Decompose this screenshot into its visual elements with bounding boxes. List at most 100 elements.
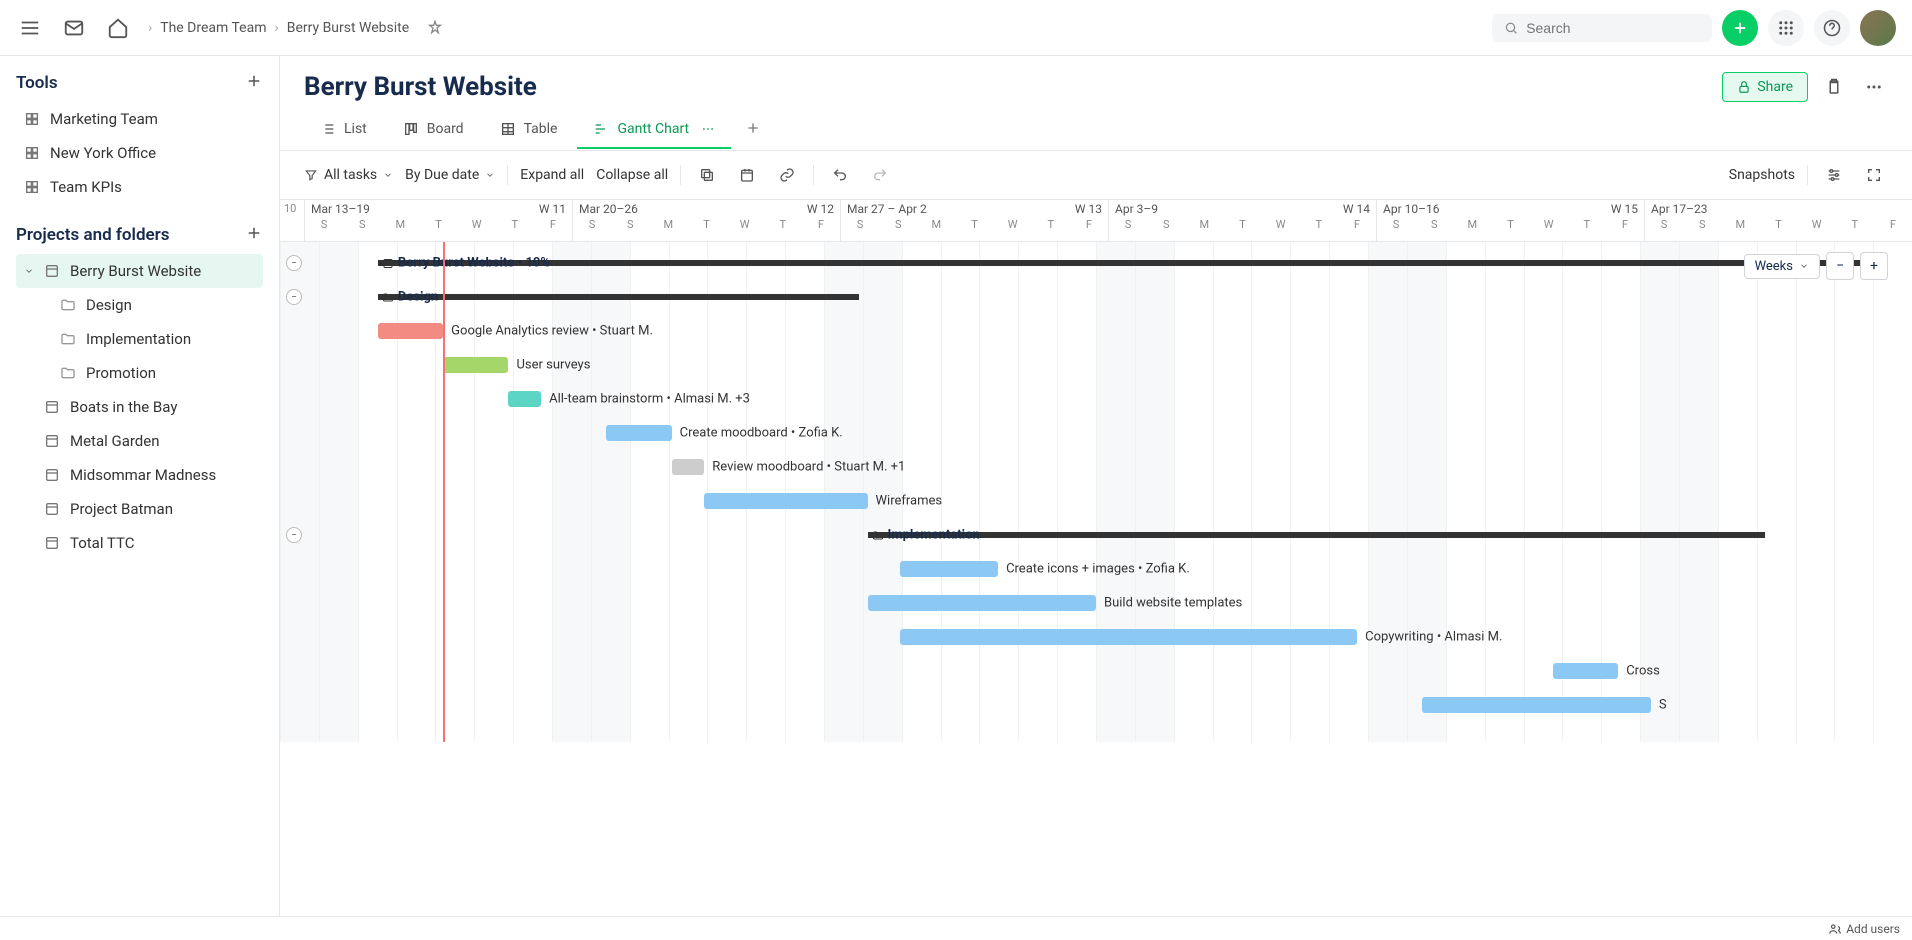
- fullscreen-icon[interactable]: [1860, 161, 1888, 189]
- tab-list[interactable]: List: [304, 111, 383, 149]
- calendar-icon[interactable]: [733, 161, 761, 189]
- sidebar-project-subitem[interactable]: Promotion: [16, 356, 263, 390]
- hamburger-icon[interactable]: [16, 14, 44, 42]
- more-icon[interactable]: [1860, 73, 1888, 101]
- help-icon[interactable]: [1814, 10, 1850, 46]
- gantt-task-bar[interactable]: Wireframes: [704, 493, 867, 509]
- collapse-toggle[interactable]: −: [286, 527, 302, 543]
- zoom-level-dropdown[interactable]: Weeks: [1744, 254, 1820, 279]
- settings-icon[interactable]: [1820, 161, 1848, 189]
- sidebar-tool-item[interactable]: Team KPIs: [16, 170, 263, 204]
- snapshots-button[interactable]: Snapshots: [1729, 167, 1795, 183]
- project-icon: [44, 467, 60, 483]
- sidebar-project-subitem[interactable]: Design: [16, 288, 263, 322]
- timeline-week: Apr 3–9W 14SSMTWTF: [1108, 200, 1376, 241]
- clipboard-icon[interactable]: [1820, 73, 1848, 101]
- undo-icon[interactable]: [826, 161, 854, 189]
- sidebar-item-label: Project Batman: [70, 500, 173, 518]
- sidebar-tool-item[interactable]: New York Office: [16, 136, 263, 170]
- add-users-button[interactable]: Add users: [1828, 922, 1900, 936]
- search-input[interactable]: [1526, 20, 1700, 36]
- sidebar-project-item[interactable]: Berry Burst Website: [16, 254, 263, 288]
- gantt-task-bar[interactable]: Google Analytics review • Stuart M.: [378, 323, 443, 339]
- gantt-task-bar[interactable]: Cross: [1553, 663, 1618, 679]
- gantt-summary-bar[interactable]: Berry Burst Website • 10%: [378, 260, 1879, 266]
- link-icon[interactable]: [773, 161, 801, 189]
- topbar: › The Dream Team › Berry Burst Website: [0, 0, 1912, 56]
- tab-icon: [500, 121, 516, 137]
- gantt-task-bar[interactable]: All-team brainstorm • Almasi M. +3: [508, 391, 541, 407]
- more-icon[interactable]: [701, 122, 715, 136]
- timeline-week: Mar 13–19W 11SSMTWTF: [304, 200, 572, 241]
- sidebar-item-label: Midsommar Madness: [70, 466, 216, 484]
- search-box[interactable]: [1492, 14, 1712, 42]
- sidebar-project-item[interactable]: Total TTC: [16, 526, 263, 560]
- create-button[interactable]: [1722, 10, 1758, 46]
- footer: Add users: [0, 916, 1912, 940]
- gantt-task-bar[interactable]: S: [1422, 697, 1650, 713]
- add-tool-icon[interactable]: [245, 72, 263, 94]
- gantt-task-bar[interactable]: Copywriting • Almasi M.: [900, 629, 1357, 645]
- sidebar-project-item[interactable]: Midsommar Madness: [16, 458, 263, 492]
- collapse-all-button[interactable]: Collapse all: [596, 167, 668, 183]
- tab-label: Gantt Chart: [617, 121, 689, 137]
- gantt-summary-bar[interactable]: Implementation: [868, 532, 1766, 538]
- copy-icon[interactable]: [693, 161, 721, 189]
- grid-icon: [24, 145, 40, 161]
- timeline-week: Apr 10–16W 15SSMTWTF: [1376, 200, 1644, 241]
- tab-gantt-chart[interactable]: Gantt Chart: [577, 111, 731, 149]
- filter-dropdown[interactable]: All tasks: [304, 167, 393, 183]
- sidebar-project-item[interactable]: Project Batman: [16, 492, 263, 526]
- chevron-down-icon: [485, 170, 495, 180]
- sidebar-project-item[interactable]: Boats in the Bay: [16, 390, 263, 424]
- breadcrumb-sep: ›: [148, 20, 152, 36]
- add-tab-button[interactable]: [735, 110, 771, 150]
- apps-icon[interactable]: [1768, 10, 1804, 46]
- tab-label: Board: [427, 121, 464, 137]
- topbar-icon-group: [16, 14, 132, 42]
- tab-icon: [320, 121, 336, 137]
- zoom-out-button[interactable]: −: [1826, 252, 1854, 280]
- sort-dropdown[interactable]: By Due date: [405, 167, 495, 183]
- gantt-row: Review moodboard • Stuart M. +1: [280, 450, 1912, 484]
- gantt-task-bar[interactable]: Build website templates: [868, 595, 1096, 611]
- sidebar: Tools Marketing TeamNew York OfficeTeam …: [0, 56, 280, 916]
- gantt-task-bar[interactable]: Review moodboard • Stuart M. +1: [672, 459, 705, 475]
- add-project-icon[interactable]: [245, 224, 263, 246]
- chevron-down-icon: [1799, 261, 1809, 271]
- project-icon: [44, 501, 60, 517]
- gantt-bar-label: Build website templates: [1104, 596, 1242, 611]
- timeline-header: 10 Mar 13–19W 11SSMTWTFMar 20–26W 12SSMT…: [280, 200, 1912, 242]
- grid-icon: [24, 179, 40, 195]
- timeline-week: Mar 27 – Apr 2W 13SSMTWTF: [840, 200, 1108, 241]
- sidebar-item-label: Implementation: [86, 330, 191, 348]
- gantt-summary-bar[interactable]: Design: [378, 294, 859, 300]
- pin-icon[interactable]: [421, 14, 449, 42]
- sidebar-item-label: Boats in the Bay: [70, 398, 177, 416]
- gantt-bar-label: Create icons + images • Zofia K.: [1006, 562, 1190, 577]
- gantt-task-bar[interactable]: Create icons + images • Zofia K.: [900, 561, 998, 577]
- avatar[interactable]: [1860, 10, 1896, 46]
- tab-icon: [403, 121, 419, 137]
- gantt-task-bar[interactable]: User surveys: [443, 357, 508, 373]
- tab-table[interactable]: Table: [484, 111, 574, 149]
- gantt-row: Wireframes: [280, 484, 1912, 518]
- expand-all-button[interactable]: Expand all: [520, 167, 584, 183]
- breadcrumb-level1[interactable]: The Dream Team: [160, 20, 266, 36]
- tab-board[interactable]: Board: [387, 111, 480, 149]
- mail-icon[interactable]: [60, 14, 88, 42]
- share-button[interactable]: Share: [1722, 72, 1808, 102]
- breadcrumb-level2[interactable]: Berry Burst Website: [287, 20, 409, 36]
- redo-icon[interactable]: [866, 161, 894, 189]
- home-icon[interactable]: [104, 14, 132, 42]
- gantt-task-bar[interactable]: Create moodboard • Zofia K.: [606, 425, 671, 441]
- sidebar-project-subitem[interactable]: Implementation: [16, 322, 263, 356]
- collapse-toggle[interactable]: −: [286, 255, 302, 271]
- sidebar-tool-item[interactable]: Marketing Team: [16, 102, 263, 136]
- tab-label: List: [344, 121, 367, 137]
- sidebar-project-item[interactable]: Metal Garden: [16, 424, 263, 458]
- gantt-chart[interactable]: 10 Mar 13–19W 11SSMTWTFMar 20–26W 12SSMT…: [280, 200, 1912, 916]
- zoom-in-button[interactable]: +: [1860, 252, 1888, 280]
- collapse-toggle[interactable]: −: [286, 289, 302, 305]
- main: Tools Marketing TeamNew York OfficeTeam …: [0, 56, 1912, 916]
